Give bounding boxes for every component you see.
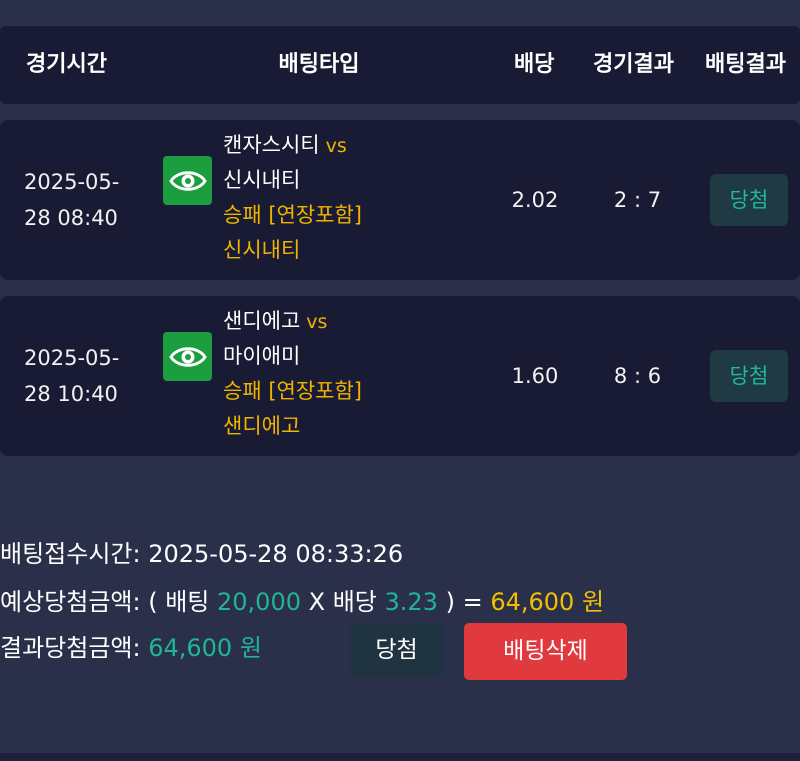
bet-odds: 1.60 — [511, 364, 559, 388]
delete-bet-button[interactable]: 배팅삭제 — [464, 623, 627, 680]
top-strip — [0, 0, 800, 26]
game-date: 2025-05- — [24, 170, 120, 194]
away-team: 마이애미 — [223, 344, 301, 368]
received-time-line: 배팅접수시간: 2025-05-28 08:33:26 — [0, 534, 403, 574]
bet-history-page: 경기시간 배팅타입 배당 경기결과 배팅결과 2025-05- 28 08:40… — [0, 0, 800, 761]
bet-pick: 신시내티 — [223, 238, 301, 262]
vs-label: vs — [306, 311, 328, 333]
game-date: 2025-05- — [24, 346, 120, 370]
header-bet-result: 배팅결과 — [705, 52, 786, 77]
eye-icon — [168, 170, 207, 191]
bottom-bar — [0, 753, 800, 761]
expected-amount-line: 예상당첨금액: ( 배팅 20,000 X 배당 3.23 ) = 64,600… — [0, 582, 604, 622]
times-odds-label: X 배당 — [308, 588, 377, 616]
expected-amount-value: 64,600 원 — [490, 588, 605, 616]
received-time-label: 배팅접수시간: — [0, 540, 141, 568]
bet-pick: 샌디에고 — [223, 414, 301, 438]
win-status-button[interactable]: 당첨 — [350, 623, 443, 677]
bet-info: 캔자스시티 vs 신시내티 승패 [연장포함] 신시내티 — [223, 128, 493, 268]
game-clock: 28 10:40 — [24, 382, 118, 406]
home-team: 샌디에고 — [223, 309, 301, 333]
bet-row: 2025-05- 28 08:40 캔자스시티 vs 신시내티 승패 [연장포함]… — [0, 120, 800, 280]
actual-amount-line: 결과당첨금액: 64,600 원 — [0, 628, 262, 668]
header-game-result: 경기결과 — [593, 52, 674, 77]
equals-label: ) = — [445, 588, 483, 616]
expected-open: ( 배팅 — [148, 588, 210, 616]
game-score: 8 : 6 — [613, 364, 662, 388]
bet-odds: 2.02 — [511, 188, 559, 212]
result-badge: 당첨 — [710, 174, 788, 226]
table-header: 경기시간 배팅타입 배당 경기결과 배팅결과 — [0, 26, 800, 104]
bet-amount: 20,000 — [217, 588, 301, 616]
total-odds: 3.23 — [384, 588, 438, 616]
game-clock: 28 08:40 — [24, 206, 118, 230]
eye-icon — [168, 346, 207, 367]
result-badge: 당첨 — [710, 350, 788, 402]
view-game-button[interactable] — [163, 156, 212, 205]
bet-info: 샌디에고 vs 마이애미 승패 [연장포함] 샌디에고 — [223, 304, 493, 444]
view-game-button[interactable] — [163, 332, 212, 381]
game-score: 2 : 7 — [613, 188, 662, 212]
bet-market: 승패 [연장포함] — [223, 379, 362, 403]
received-time-value: 2025-05-28 08:33:26 — [148, 540, 404, 568]
expected-amount-label: 예상당첨금액: — [0, 588, 141, 616]
game-time: 2025-05- 28 08:40 — [24, 164, 134, 236]
away-team: 신시내티 — [223, 168, 301, 192]
actual-amount-value: 64,600 원 — [148, 634, 262, 662]
bet-market: 승패 [연장포함] — [223, 203, 362, 227]
header-odds: 배당 — [514, 52, 555, 77]
game-time: 2025-05- 28 10:40 — [24, 340, 134, 412]
bet-row: 2025-05- 28 10:40 샌디에고 vs 마이애미 승패 [연장포함] … — [0, 296, 800, 456]
home-team: 캔자스시티 — [223, 133, 320, 157]
vs-label: vs — [325, 135, 347, 157]
actual-amount-label: 결과당첨금액: — [0, 634, 141, 662]
